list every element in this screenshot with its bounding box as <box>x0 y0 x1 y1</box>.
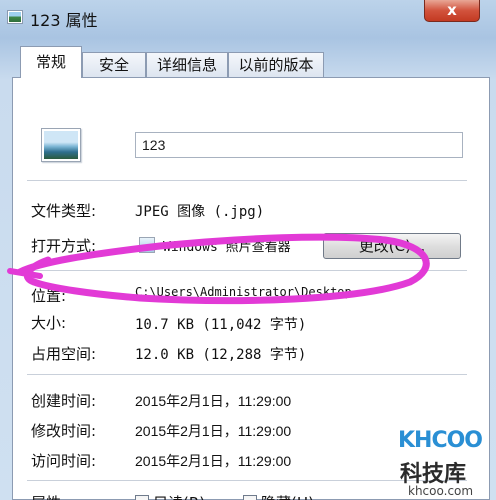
attributes-label: 属性: <box>31 492 66 500</box>
close-button[interactable]: x <box>424 0 480 22</box>
file-type-label: 文件类型: <box>31 202 97 220</box>
size-value: 10.7 KB (11,042 字节) <box>135 317 307 333</box>
divider <box>27 374 467 375</box>
image-file-icon <box>41 128 81 162</box>
hidden-checkbox[interactable] <box>243 495 257 500</box>
disk-size-value: 12.0 KB (12,288 字节) <box>135 347 307 363</box>
properties-window: 123 属性 x 常规 安全 详细信息 以前的版本 123 文件类型: JPEG… <box>0 0 496 500</box>
location-value[interactable]: C:\Users\Administrator\Desktop <box>135 285 352 299</box>
modified-label: 修改时间: <box>31 422 97 440</box>
watermark-url: khcoo.com <box>408 484 474 498</box>
image-file-icon <box>7 10 23 24</box>
created-label: 创建时间: <box>31 392 97 410</box>
change-button[interactable]: 更改(C)... <box>323 233 461 259</box>
readonly-checkbox[interactable] <box>135 495 149 500</box>
modified-value: 2015年2月1日，11:29:00 <box>135 423 292 439</box>
divider <box>27 180 467 181</box>
created-value: 2015年2月1日，11:29:00 <box>135 393 292 409</box>
tab-previous-versions[interactable]: 以前的版本 <box>228 52 324 78</box>
divider <box>27 270 467 271</box>
watermark-brand: KHCOO <box>398 428 483 453</box>
window-title: 123 属性 <box>30 11 98 30</box>
tab-general[interactable]: 常规 <box>20 46 82 78</box>
accessed-label: 访问时间: <box>31 452 97 470</box>
tab-details[interactable]: 详细信息 <box>146 52 228 78</box>
hidden-label[interactable]: 隐藏(H) <box>261 492 314 500</box>
disk-size-label: 占用空间: <box>31 345 97 363</box>
location-label: 位置: <box>31 287 67 305</box>
tab-security[interactable]: 安全 <box>82 52 146 78</box>
file-type-value: JPEG 图像 (.jpg) <box>135 204 265 220</box>
file-name-field[interactable]: 123 <box>135 132 463 158</box>
accessed-value: 2015年2月1日，11:29:00 <box>135 453 292 469</box>
title-bar[interactable]: 123 属性 x <box>0 0 496 36</box>
photo-viewer-icon <box>139 237 155 253</box>
readonly-label[interactable]: 只读(R) <box>153 492 205 500</box>
size-label: 大小: <box>31 314 67 332</box>
open-with-label: 打开方式: <box>31 237 97 255</box>
watermark: KHCOO 科技库 khcoo.com <box>388 416 496 500</box>
open-with-value: Windows 照片查看器 <box>163 240 291 255</box>
